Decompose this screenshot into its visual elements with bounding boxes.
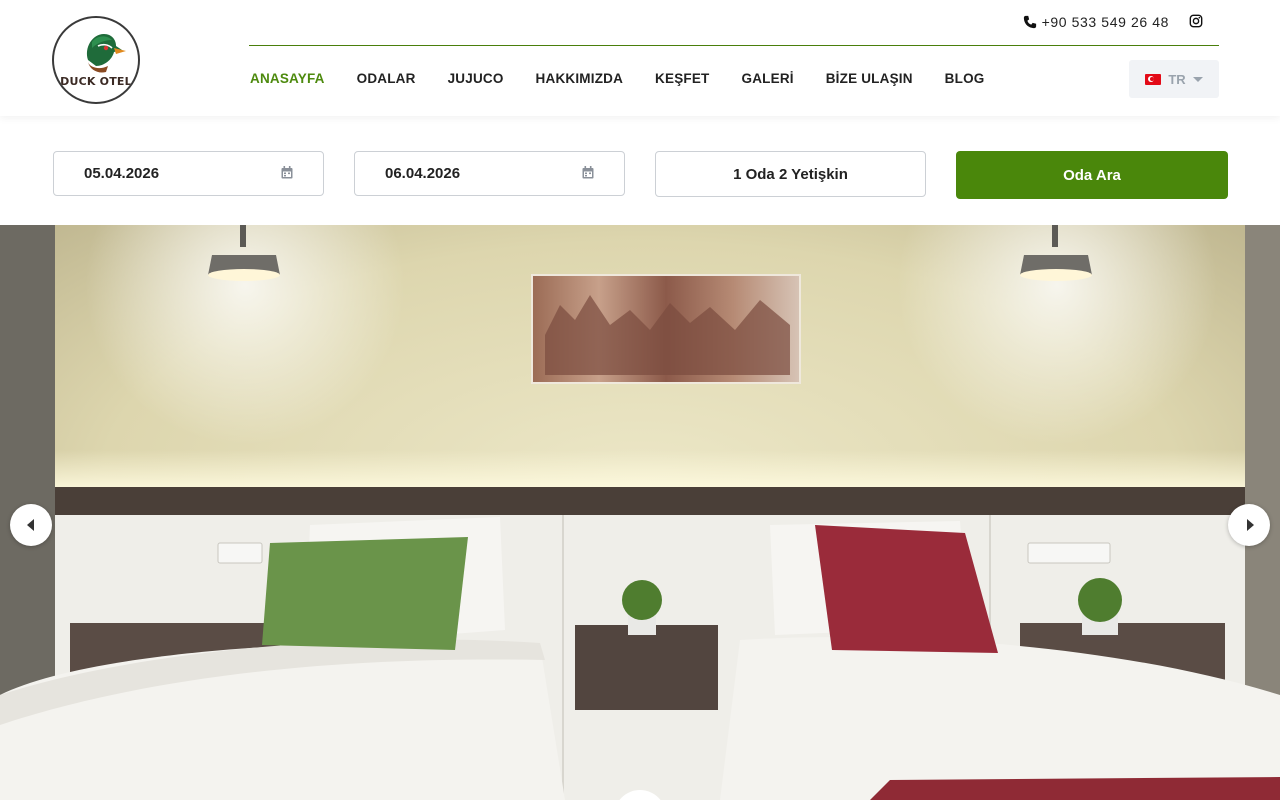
- instagram-icon[interactable]: [1189, 14, 1203, 28]
- phone-link[interactable]: +90 533 549 26 48: [1023, 14, 1169, 30]
- search-room-button[interactable]: Oda Ara: [956, 151, 1228, 199]
- logo-text: DUCK OTEL: [60, 75, 132, 88]
- language-selector[interactable]: TR: [1129, 60, 1219, 98]
- nav-item-galeri[interactable]: GALERİ: [742, 71, 794, 86]
- hero-image: [0, 225, 1280, 800]
- phone-number: +90 533 549 26 48: [1041, 14, 1169, 30]
- hero-slider: [0, 225, 1280, 800]
- nav-item-blog[interactable]: BLOG: [945, 71, 985, 86]
- caret-down-icon: [1192, 76, 1203, 82]
- chevron-left-icon: [26, 519, 34, 531]
- logo[interactable]: DUCK OTEL: [52, 16, 140, 104]
- slider-prev-button[interactable]: [10, 504, 52, 546]
- phone-icon: [1023, 15, 1036, 29]
- nav-item-bize-ulasin[interactable]: BİZE ULAŞIN: [826, 71, 913, 86]
- site-header: DUCK OTEL +90 533 549 26 48 ANASAYFA ODA…: [0, 0, 1280, 116]
- booking-bar: 05.04.2026 06.04.2026 1 Oda 2 Yetişkin O…: [0, 116, 1280, 225]
- checkin-date-field[interactable]: 05.04.2026: [53, 151, 324, 196]
- calendar-icon: [582, 166, 594, 179]
- slider-next-button[interactable]: [1228, 504, 1270, 546]
- turkey-flag-icon: [1145, 73, 1162, 85]
- calendar-icon: [281, 166, 293, 179]
- nav-item-odalar[interactable]: ODALAR: [357, 71, 416, 86]
- guests-value: 1 Oda 2 Yetişkin: [733, 165, 848, 183]
- top-bar: +90 533 549 26 48: [249, 0, 1219, 46]
- language-label: TR: [1168, 71, 1186, 87]
- checkout-date-field[interactable]: 06.04.2026: [354, 151, 625, 196]
- checkin-date-value: 05.04.2026: [84, 165, 160, 182]
- guests-selector[interactable]: 1 Oda 2 Yetişkin: [655, 151, 926, 197]
- checkout-date-value: 06.04.2026: [385, 165, 461, 182]
- nav-item-kesfet[interactable]: KEŞFET: [655, 71, 709, 86]
- nav-item-jujuco[interactable]: JUJUCO: [448, 71, 504, 86]
- main-nav: ANASAYFA ODALAR JUJUCO HAKKIMIZDA KEŞFET…: [250, 71, 1016, 86]
- nav-item-anasayfa[interactable]: ANASAYFA: [250, 71, 325, 86]
- duck-logo-icon: [86, 34, 126, 73]
- chevron-right-icon: [1246, 519, 1254, 531]
- nav-item-hakkimizda[interactable]: HAKKIMIZDA: [536, 71, 624, 86]
